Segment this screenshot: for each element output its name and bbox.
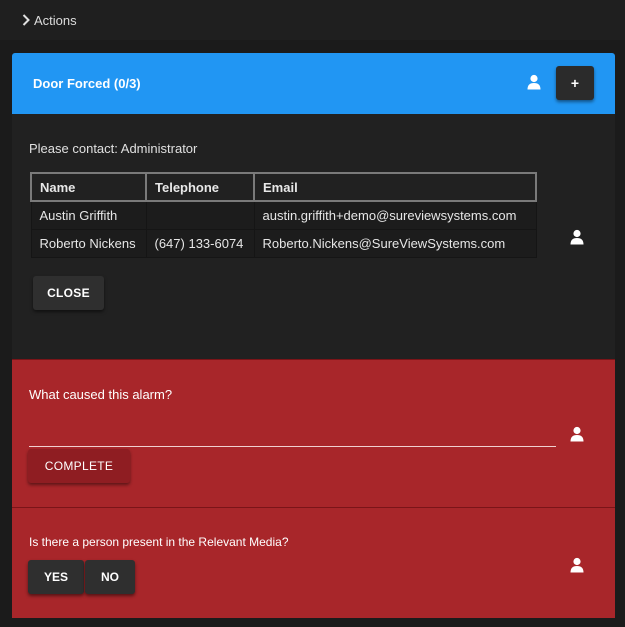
cell-name: Roberto Nickens — [30, 229, 147, 258]
user-icon[interactable] — [570, 557, 584, 573]
table-row: Austin Griffith austin.griffith+demo@sur… — [30, 200, 537, 230]
actions-label[interactable]: Actions — [34, 13, 77, 28]
user-icon[interactable] — [570, 426, 584, 442]
cell-email: austin.griffith+demo@sureviewsystems.com — [253, 200, 537, 230]
yes-button[interactable]: YES — [28, 560, 84, 594]
user-icon[interactable] — [570, 229, 584, 245]
column-header-name: Name — [30, 172, 147, 202]
cell-email: Roberto.Nickens@SureViewSystems.com — [253, 229, 537, 258]
table-row: Roberto Nickens (647) 133-6074 Roberto.N… — [30, 229, 537, 258]
contact-section: Please contact: Administrator Name Telep… — [12, 114, 615, 359]
question-text: What caused this alarm? — [29, 387, 173, 402]
cell-telephone — [145, 200, 255, 230]
actions-bar[interactable]: Actions — [0, 0, 625, 40]
no-button[interactable]: NO — [85, 560, 135, 594]
chevron-right-icon[interactable] — [20, 13, 32, 27]
add-button[interactable]: + — [556, 66, 594, 100]
question-section-cause: What caused this alarm? COMPLETE — [12, 359, 615, 508]
alarm-header: Door Forced (0/3) + — [12, 53, 615, 114]
cell-name: Austin Griffith — [30, 200, 147, 230]
column-header-email: Email — [253, 172, 537, 202]
contacts-table: Name Telephone Email Austin Griffith aus… — [30, 172, 537, 258]
question-section-person: Is there a person present in the Relevan… — [12, 507, 615, 619]
user-icon[interactable] — [527, 74, 541, 90]
cell-telephone: (647) 133-6074 — [145, 229, 255, 258]
column-header-telephone: Telephone — [145, 172, 255, 202]
table-header-row: Name Telephone Email — [30, 172, 537, 202]
complete-button[interactable]: COMPLETE — [28, 449, 130, 483]
close-button[interactable]: CLOSE — [33, 276, 104, 310]
answer-input[interactable] — [29, 422, 556, 447]
contact-instruction: Please contact: Administrator — [29, 141, 198, 156]
question-text: Is there a person present in the Relevan… — [29, 535, 289, 549]
alarm-title: Door Forced (0/3) — [33, 76, 141, 91]
bottom-spacer — [12, 618, 615, 627]
